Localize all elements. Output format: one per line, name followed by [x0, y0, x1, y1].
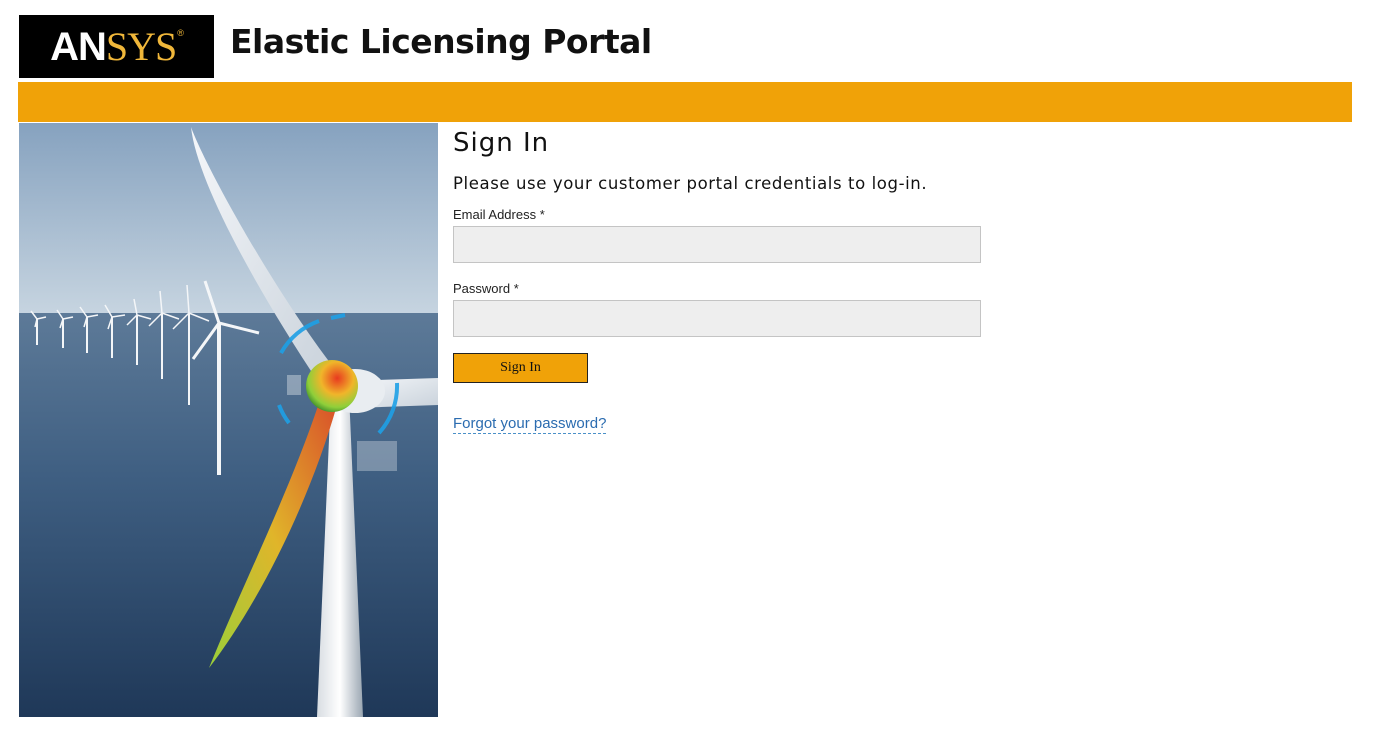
- logo-wordmark: AN SYS ®: [50, 23, 184, 69]
- logo-registered-mark: ®: [177, 27, 184, 38]
- password-label: Password *: [453, 281, 519, 296]
- logo-text-primary: AN: [50, 24, 107, 69]
- forgot-password-link[interactable]: Forgot your password?: [453, 415, 607, 434]
- signin-instructions: Please use your customer portal credenti…: [453, 174, 928, 193]
- header-accent-bar: [18, 82, 1352, 122]
- portal-title: Elastic Licensing Portal: [230, 22, 652, 61]
- hero-image: [19, 123, 438, 717]
- wind-turbine-illustration: [19, 123, 438, 717]
- ansys-logo[interactable]: AN SYS ®: [19, 15, 214, 78]
- password-field[interactable]: [453, 300, 981, 337]
- logo-text-secondary: SYS: [105, 23, 177, 69]
- signin-heading: Sign In: [453, 128, 550, 158]
- email-field[interactable]: [453, 226, 981, 263]
- sign-in-button[interactable]: Sign In: [453, 353, 588, 383]
- login-page: AN SYS ® Elastic Licensing Portal Sign I…: [0, 0, 1377, 738]
- email-label: Email Address *: [453, 207, 545, 222]
